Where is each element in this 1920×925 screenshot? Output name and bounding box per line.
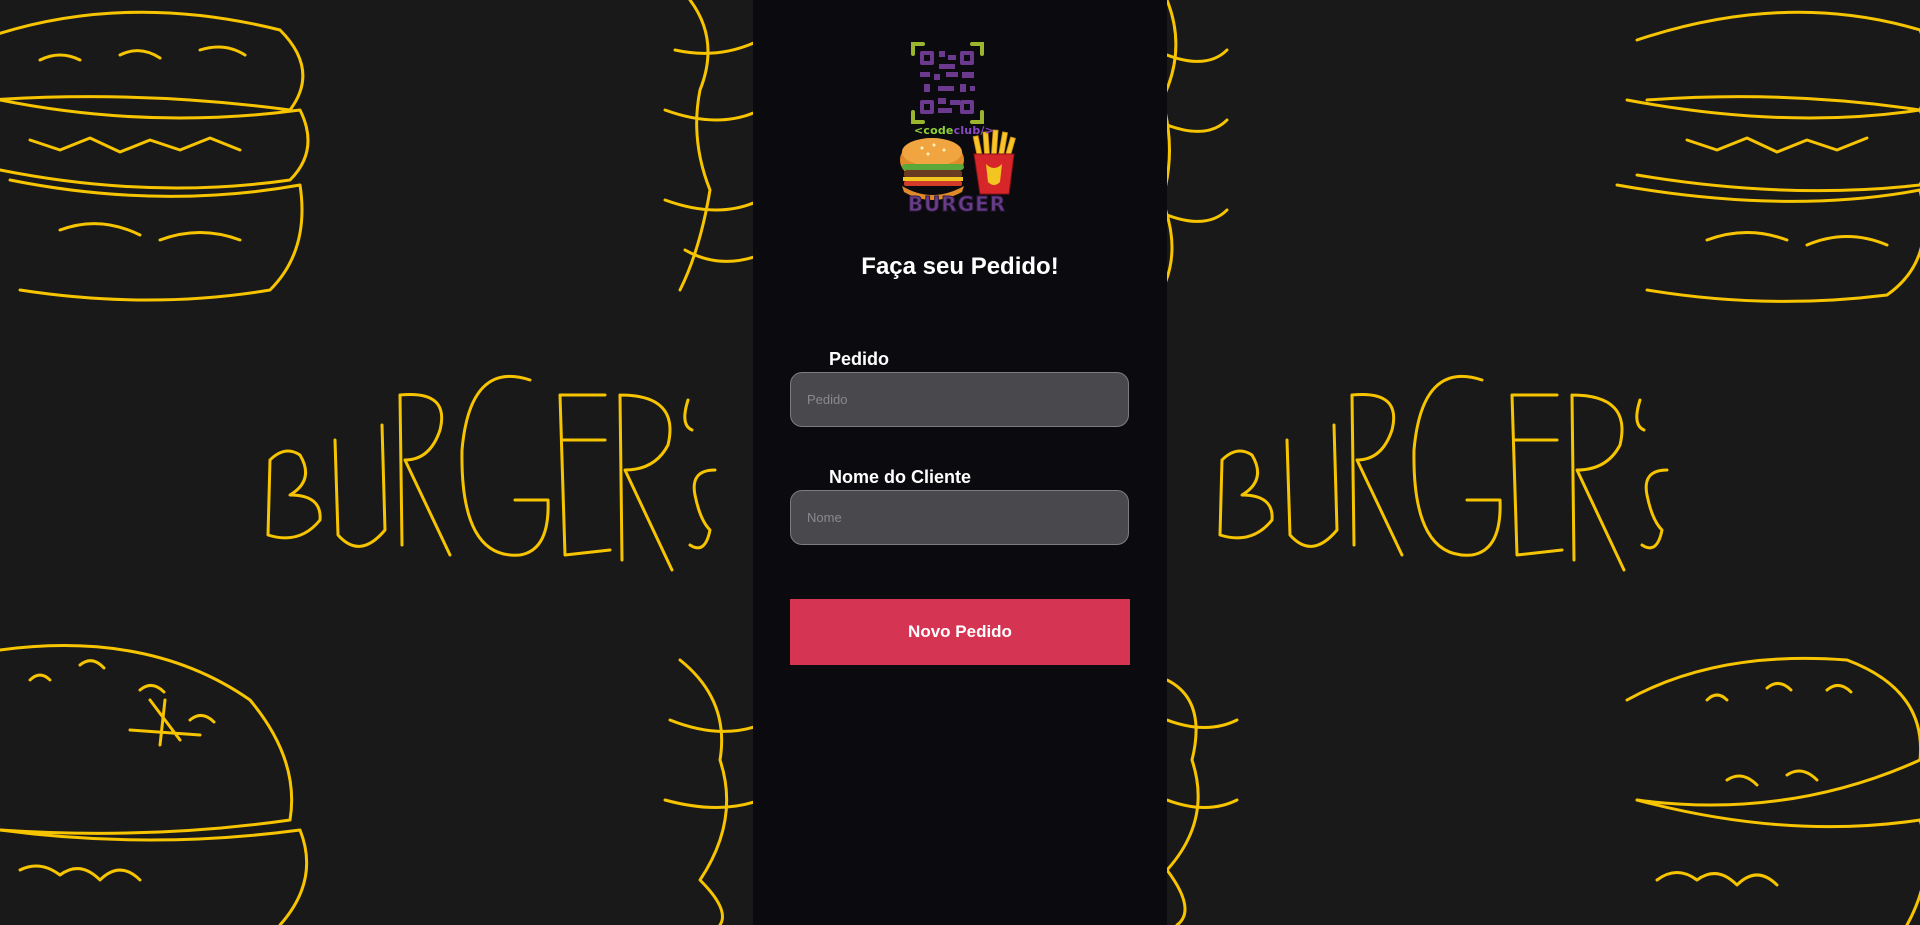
code-open-bracket: <: [913, 124, 924, 137]
code-word: code: [923, 124, 954, 137]
club-word: club: [953, 124, 981, 137]
codeclub-burger-logo: <codeclub/> BURGER: [894, 42, 1030, 222]
client-name-label: Nome do Cliente: [829, 467, 972, 487]
order-form-panel: <codeclub/> BURGER Faça seu Pedido! Pedi…: [753, 0, 1167, 925]
code-close-bracket: />: [980, 124, 995, 137]
page: <codeclub/> BURGER Faça seu Pedido! Pedi…: [0, 0, 1920, 925]
burger-illustration-left: [0, 0, 753, 925]
new-order-button[interactable]: Novo Pedido: [790, 599, 1130, 665]
order-input[interactable]: [790, 372, 1129, 427]
order-label: Pedido: [829, 349, 890, 369]
client-name-input[interactable]: [790, 490, 1129, 545]
background-left: [0, 0, 753, 925]
page-title: Faça seu Pedido!: [861, 253, 1059, 280]
burger-illustration-right: [1167, 0, 1920, 925]
background-right: [1167, 0, 1920, 925]
logo-burger-word: BURGER: [907, 192, 1007, 217]
codeclub-wordmark: <codeclub/>: [894, 124, 1014, 137]
